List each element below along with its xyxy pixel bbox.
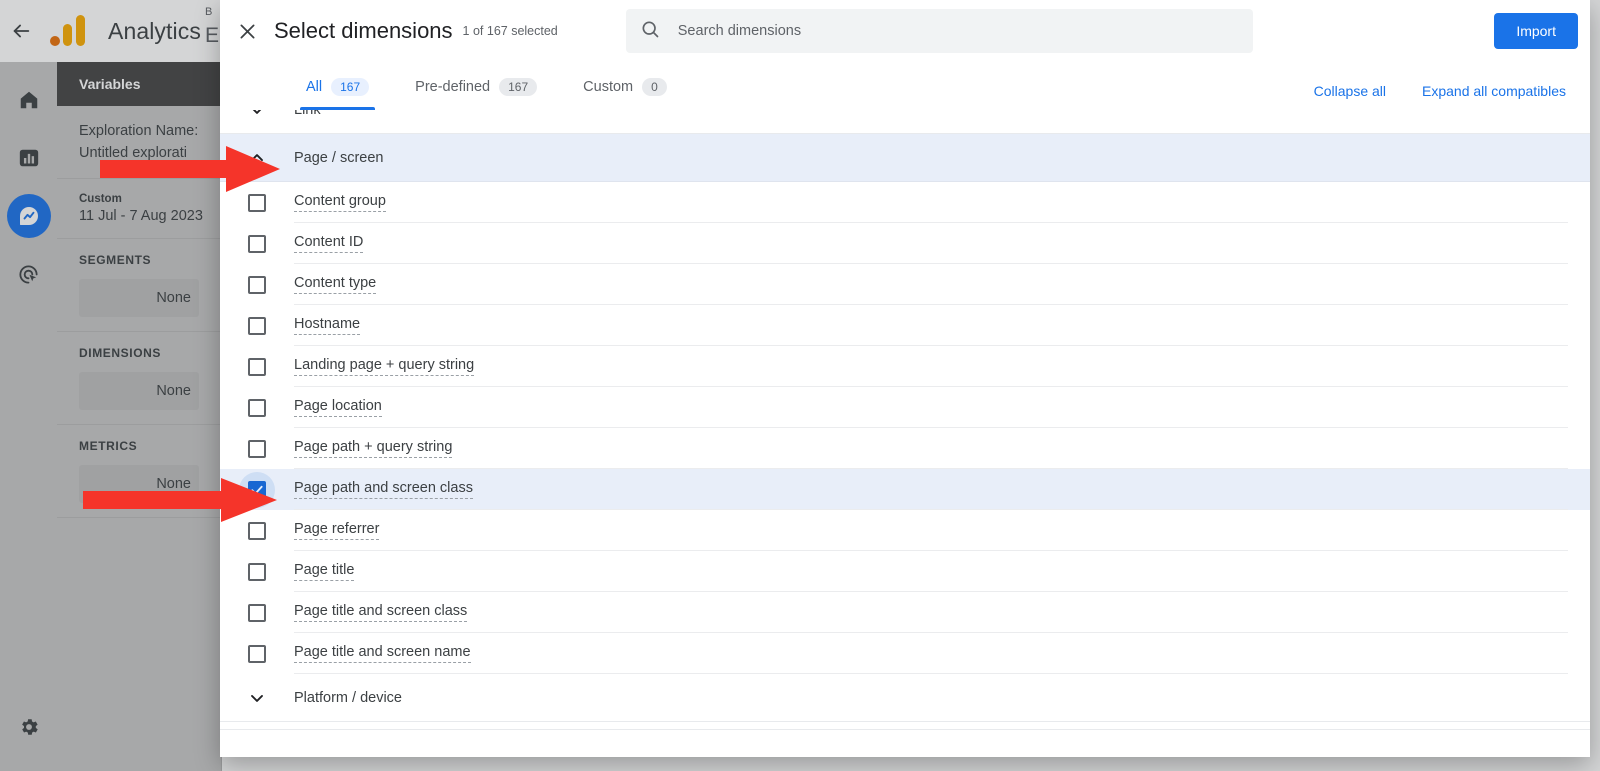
list-item-label: Content ID [294, 234, 363, 253]
checkbox-cell [220, 276, 294, 294]
group-label-page-screen: Page / screen [294, 150, 383, 166]
dialog-footer-strip [220, 729, 1590, 757]
list-item-landing-page-query-string[interactable]: Landing page + query string [220, 346, 1590, 387]
header-links: Collapse all Expand all compatibles [1314, 83, 1566, 99]
checkbox-unchecked-icon[interactable] [248, 645, 266, 663]
list-item-label: Hostname [294, 316, 360, 335]
list-item-page-referrer[interactable]: Page referrer [220, 510, 1590, 551]
screen-root: Analytics B E [0, 0, 1600, 771]
dialog-title: Select dimensions [274, 18, 453, 44]
list-item-page-path-query-string[interactable]: Page path + query string [220, 428, 1590, 469]
group-row-link[interactable]: Link [220, 110, 1590, 134]
checkbox-unchecked-icon[interactable] [248, 399, 266, 417]
checkbox-unchecked-icon[interactable] [248, 276, 266, 294]
collapse-all-link[interactable]: Collapse all [1314, 83, 1386, 99]
list-item-content-id[interactable]: Content ID [220, 223, 1590, 264]
tab-pre-defined-label: Pre-defined [415, 79, 490, 95]
checkbox-cell [220, 563, 294, 581]
chevron-down-icon [220, 110, 294, 120]
checkbox-cell [220, 645, 294, 663]
list-item-label: Content type [294, 275, 376, 294]
list-item-content-group[interactable]: Content group [220, 182, 1590, 223]
list-item-page-location[interactable]: Page location [220, 387, 1590, 428]
list-item-label: Page title [294, 562, 354, 581]
list-item-page-title[interactable]: Page title [220, 551, 1590, 592]
list-item-hostname[interactable]: Hostname [220, 305, 1590, 346]
checkbox-cell [220, 440, 294, 458]
checkbox-cell [220, 235, 294, 253]
list-item-page-path-and-screen-class[interactable]: Page path and screen class [220, 469, 1590, 510]
checkbox-cell [220, 358, 294, 376]
list-item-label: Page referrer [294, 521, 379, 540]
import-button[interactable]: Import [1494, 13, 1578, 49]
dimension-list[interactable]: Link Page / screen Content group [220, 110, 1590, 729]
group-row-platform-device[interactable]: Platform / device [220, 674, 1590, 722]
list-item-label: Page title and screen name [294, 644, 471, 663]
list-item-label: Page path and screen class [294, 480, 473, 499]
list-item-label: Page title and screen class [294, 603, 467, 622]
checkbox-cell [220, 399, 294, 417]
dialog-header: Select dimensions 1 of 167 selected Impo… [220, 0, 1590, 62]
checkbox-unchecked-icon[interactable] [248, 317, 266, 335]
group-label-link: Link [294, 110, 321, 118]
tab-all-count: 167 [331, 78, 369, 96]
checkbox-unchecked-icon[interactable] [248, 563, 266, 581]
list-item-label: Page path + query string [294, 439, 452, 458]
checkbox-cell [220, 481, 294, 499]
search-input[interactable] [678, 23, 1239, 39]
chevron-down-icon [220, 688, 294, 708]
group-label-platform-device: Platform / device [294, 690, 402, 706]
checkbox-cell [220, 317, 294, 335]
tab-all-label: All [306, 79, 322, 95]
checkbox-unchecked-icon[interactable] [248, 604, 266, 622]
tab-custom-count: 0 [642, 78, 667, 96]
close-icon[interactable] [220, 0, 274, 62]
expand-all-compatibles-link[interactable]: Expand all compatibles [1422, 83, 1566, 99]
list-item-label: Content group [294, 193, 386, 212]
list-item-label: Page location [294, 398, 382, 417]
checkbox-unchecked-icon[interactable] [248, 522, 266, 540]
search-field[interactable] [626, 9, 1253, 53]
search-icon [640, 19, 660, 44]
checkbox-cell [220, 604, 294, 622]
tab-pre-defined[interactable]: Pre-defined 167 [409, 64, 543, 110]
tab-pre-defined-count: 167 [499, 78, 537, 96]
tab-custom-label: Custom [583, 79, 633, 95]
tab-custom[interactable]: Custom 0 [577, 64, 673, 110]
selection-count: 1 of 167 selected [463, 24, 558, 38]
list-item-page-title-and-screen-name[interactable]: Page title and screen name [220, 633, 1590, 674]
checkbox-cell [220, 194, 294, 212]
dimension-list-scroll-content: Link Page / screen Content group [220, 110, 1590, 722]
select-dimensions-dialog: Select dimensions 1 of 167 selected Impo… [220, 0, 1590, 757]
checkbox-unchecked-icon[interactable] [248, 235, 266, 253]
checkbox-cell [220, 522, 294, 540]
chevron-up-icon [220, 148, 294, 168]
checkbox-unchecked-icon[interactable] [248, 440, 266, 458]
list-item-label: Landing page + query string [294, 357, 474, 376]
group-row-page-screen[interactable]: Page / screen [220, 134, 1590, 182]
checkbox-unchecked-icon[interactable] [248, 194, 266, 212]
checkbox-focus-halo [239, 472, 275, 508]
tab-all[interactable]: All 167 [300, 64, 375, 110]
checkbox-unchecked-icon[interactable] [248, 358, 266, 376]
list-item-content-type[interactable]: Content type [220, 264, 1590, 305]
list-item-page-title-and-screen-class[interactable]: Page title and screen class [220, 592, 1590, 633]
dimension-tabs: All 167 Pre-defined 167 Custom 0 Collaps… [220, 62, 1590, 110]
